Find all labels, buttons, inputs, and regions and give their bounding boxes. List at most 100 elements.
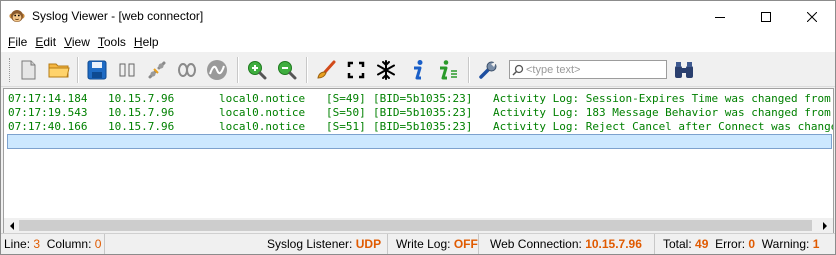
log-time: 07:17:19.543 xyxy=(8,106,88,119)
scroll-right-button[interactable] xyxy=(817,218,832,233)
log-facility: local0.notice xyxy=(219,106,306,119)
status-web-connection-value: 10.15.7.96 xyxy=(585,237,642,251)
zoom-out-icon xyxy=(278,61,297,80)
toolbar-separator xyxy=(237,57,239,83)
minimize-button[interactable] xyxy=(697,1,743,32)
log-bid: [BID=5b1035:23] xyxy=(373,106,473,119)
zoom-in-button[interactable] xyxy=(244,57,270,83)
disconnect-button[interactable] xyxy=(174,57,200,83)
menu-tools[interactable]: Tools xyxy=(94,32,130,52)
fullscreen-icon xyxy=(347,61,365,79)
log-seq: [S=51] xyxy=(326,120,366,133)
status-error-value: 0 xyxy=(748,237,756,251)
minimize-icon xyxy=(715,16,725,18)
log-facility: local0.notice xyxy=(219,120,306,133)
horizontal-scrollbar[interactable] xyxy=(4,218,833,233)
log-message: Activity Log: Reject Cancel after Connec… xyxy=(493,120,833,133)
save-icon xyxy=(87,60,107,80)
disconnect-icon xyxy=(178,63,196,77)
find-binoculars-icon xyxy=(675,62,693,78)
monkey-app-icon xyxy=(9,10,25,22)
toolbar-separator xyxy=(77,57,79,83)
log-row[interactable]: 07:17:40.166 10.15.7.96 local0.notice [S… xyxy=(8,120,833,133)
log-time: 07:17:14.184 xyxy=(8,92,88,105)
menu-view[interactable]: View xyxy=(60,32,94,52)
syslog-viewer-window: Syslog Viewer - [web connector] File Edi… xyxy=(0,0,836,255)
log-seq: [S=50] xyxy=(326,106,366,119)
log-host: 10.15.7.96 xyxy=(108,106,175,119)
freeze-icon xyxy=(377,60,395,80)
menu-help[interactable]: Help xyxy=(130,32,163,52)
menu-file[interactable]: File xyxy=(4,32,31,52)
status-column-value: 0 xyxy=(94,237,102,251)
open-button[interactable] xyxy=(46,57,72,83)
open-folder-icon xyxy=(48,63,70,78)
status-write-log-value: OFF xyxy=(453,237,478,251)
status-counts: Total: 49 Error: 0 Warning: 1 xyxy=(663,237,820,251)
search-input[interactable] xyxy=(526,63,662,76)
info-icon xyxy=(414,60,423,80)
toolbar xyxy=(1,52,835,87)
log-bid: [BID=5b1035:23] xyxy=(373,120,473,133)
menu-edit[interactable]: Edit xyxy=(31,32,60,52)
pause-button[interactable] xyxy=(114,57,140,83)
log-row-selected[interactable] xyxy=(7,134,832,149)
status-line-value: 3 xyxy=(33,237,41,251)
scrollbar-thumb[interactable] xyxy=(19,220,812,231)
status-warning-value: 1 xyxy=(812,237,820,251)
log-row[interactable]: 07:17:19.543 10.15.7.96 local0.notice [S… xyxy=(8,106,831,119)
clear-button[interactable] xyxy=(313,57,339,83)
scroll-right-icon xyxy=(822,221,827,230)
search-icon xyxy=(510,61,526,78)
log-seq: [S=49] xyxy=(326,92,366,105)
window-title: Syslog Viewer - [web connector] xyxy=(32,9,204,23)
find-button[interactable] xyxy=(671,57,697,83)
title-bar[interactable]: Syslog Viewer - [web connector] xyxy=(1,1,835,32)
scroll-left-button[interactable] xyxy=(4,218,19,233)
log-host: 10.15.7.96 xyxy=(108,120,175,133)
log-message: Activity Log: Session-Expires Time was c… xyxy=(493,92,831,105)
log-bid: [BID=5b1035:23] xyxy=(373,92,473,105)
status-line-column: Line: 3 Column: 0 xyxy=(1,234,105,254)
wave-icon xyxy=(207,60,227,80)
log-message: Activity Log: 183 Message Behavior was c… xyxy=(493,106,831,119)
save-button[interactable] xyxy=(84,57,110,83)
close-icon xyxy=(807,11,817,22)
info-button[interactable] xyxy=(405,57,431,83)
zoom-out-button[interactable] xyxy=(274,57,300,83)
status-listener: Syslog Listener: UDP xyxy=(264,234,388,254)
status-write-log: Write Log: OFF xyxy=(393,234,479,254)
log-time: 07:17:40.166 xyxy=(8,120,88,133)
search-box[interactable] xyxy=(509,60,667,79)
status-web-connection: Web Connection: 10.15.7.96 xyxy=(487,234,655,254)
scroll-left-icon xyxy=(9,221,14,230)
status-total-value: 49 xyxy=(695,237,709,251)
toolbar-grip[interactable] xyxy=(9,58,12,82)
wave-button[interactable] xyxy=(204,57,230,83)
maximize-icon xyxy=(761,11,771,22)
toolbar-separator xyxy=(306,57,308,83)
brush-icon xyxy=(317,60,336,79)
wrench-icon xyxy=(479,61,497,79)
settings-button[interactable] xyxy=(475,57,501,83)
close-button[interactable] xyxy=(789,1,835,32)
info-list-icon xyxy=(440,60,457,80)
status-row: Line: 3 Column: 0 Syslog Listener: UDP W… xyxy=(1,233,835,254)
toolbar-separator xyxy=(468,57,470,83)
fullscreen-button[interactable] xyxy=(343,57,369,83)
log-facility: local0.notice xyxy=(219,92,306,105)
log-host: 10.15.7.96 xyxy=(108,92,175,105)
log-view[interactable]: 07:17:14.184 10.15.7.96 local0.notice [S… xyxy=(3,88,834,234)
menu-bar: File Edit View Tools Help xyxy=(1,32,835,52)
connect-button[interactable] xyxy=(144,57,170,83)
pause-icon xyxy=(119,63,135,77)
log-list: 07:17:14.184 10.15.7.96 local0.notice [S… xyxy=(4,89,833,219)
new-button[interactable] xyxy=(15,57,41,83)
info-list-button[interactable] xyxy=(435,57,461,83)
status-listener-value: UDP xyxy=(355,237,382,251)
connect-icon xyxy=(148,61,166,79)
freeze-button[interactable] xyxy=(373,57,399,83)
maximize-button[interactable] xyxy=(743,1,789,32)
zoom-in-icon xyxy=(248,61,267,80)
log-row[interactable]: 07:17:14.184 10.15.7.96 local0.notice [S… xyxy=(8,92,831,105)
